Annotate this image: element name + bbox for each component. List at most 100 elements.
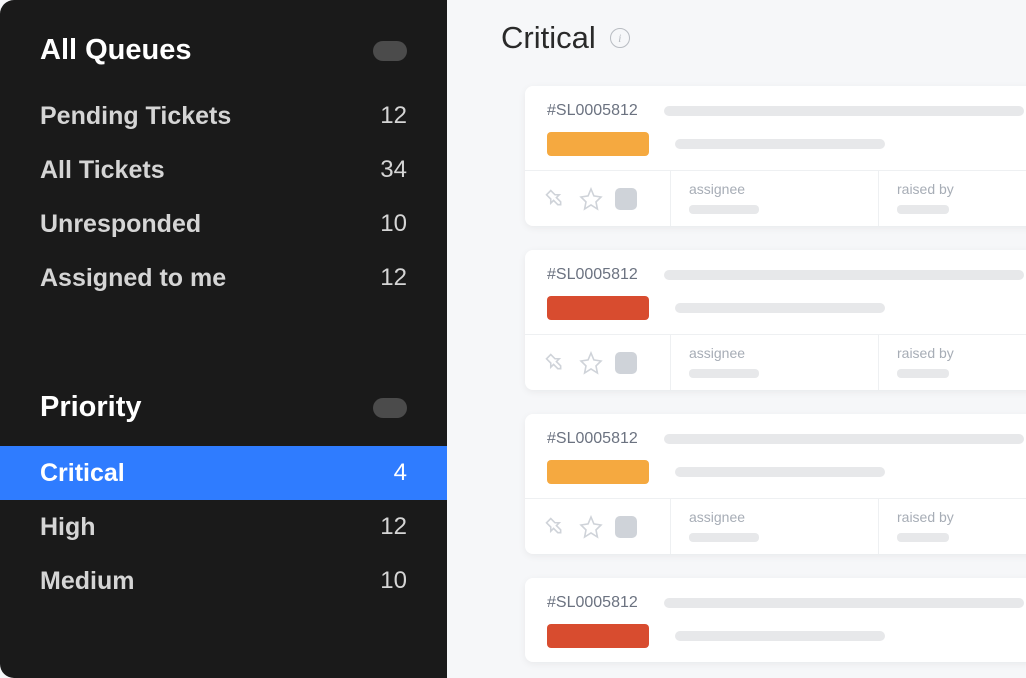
app-root: All Queues Pending Tickets 12 All Ticket…: [0, 0, 1026, 678]
ticket-top: #SL0005812: [525, 578, 1026, 662]
sidebar-item-count: 12: [380, 264, 407, 292]
ticket-subtitle-placeholder: [675, 467, 885, 477]
pin-icon[interactable]: [543, 351, 567, 375]
sidebar-item-count: 12: [380, 513, 407, 541]
star-icon[interactable]: [579, 515, 603, 539]
assignee-value-placeholder: [689, 533, 759, 542]
ticket-top: #SL0005812: [525, 414, 1026, 498]
ticket-title-placeholder: [664, 270, 1024, 280]
queues-toggle[interactable]: [373, 41, 407, 61]
priority-toggle[interactable]: [373, 398, 407, 418]
assignee-cell: assignee: [671, 171, 879, 226]
section-gap: [0, 305, 447, 381]
ticket-top: #SL0005812: [525, 250, 1026, 334]
raised-by-value-placeholder: [897, 533, 949, 542]
queues-title: All Queues: [40, 34, 192, 67]
ticket-top: #SL0005812: [525, 86, 1026, 170]
sidebar-item-unresponded[interactable]: Unresponded 10: [0, 197, 447, 251]
priority-chip: [547, 460, 649, 484]
queues-section-header: All Queues: [0, 24, 447, 89]
star-icon[interactable]: [579, 187, 603, 211]
assignee-cell: assignee: [671, 499, 879, 554]
raised-by-label: raised by: [897, 181, 1026, 197]
sidebar-item-count: 4: [394, 459, 407, 487]
assignee-label: assignee: [689, 509, 860, 525]
raised-by-label: raised by: [897, 345, 1026, 361]
page-title: Critical: [501, 20, 596, 56]
ticket-actions: [525, 499, 671, 554]
star-icon[interactable]: [579, 351, 603, 375]
raised-by-value-placeholder: [897, 369, 949, 378]
sidebar-item-count: 10: [380, 210, 407, 238]
raised-by-value-placeholder: [897, 205, 949, 214]
sidebar-item-label: Unresponded: [40, 210, 201, 239]
sidebar-item-count: 34: [380, 156, 407, 184]
raised-by-cell: raised by: [879, 171, 1026, 226]
ticket-row1: #SL0005812: [547, 102, 1024, 120]
ticket-card[interactable]: #SL0005812 assignee: [525, 250, 1026, 390]
ticket-card[interactable]: #SL0005812 assignee: [525, 86, 1026, 226]
assignee-value-placeholder: [689, 205, 759, 214]
priority-chip: [547, 296, 649, 320]
assignee-cell: assignee: [671, 335, 879, 390]
sidebar-item-label: Pending Tickets: [40, 102, 231, 131]
ticket-bottom: assignee raised by: [525, 498, 1026, 554]
sidebar-item-label: Critical: [40, 459, 125, 488]
ticket-actions: [525, 335, 671, 390]
ticket-row1: #SL0005812: [547, 594, 1024, 612]
main-header: Critical i: [501, 20, 1026, 56]
sidebar-item-medium[interactable]: Medium 10: [0, 554, 447, 608]
sidebar-item-assigned-to-me[interactable]: Assigned to me 12: [0, 251, 447, 305]
ticket-list: #SL0005812 assignee: [501, 86, 1026, 662]
ticket-subtitle-placeholder: [675, 139, 885, 149]
ticket-card[interactable]: #SL0005812 assignee: [525, 414, 1026, 554]
ticket-id: #SL0005812: [547, 102, 638, 120]
sidebar-item-all-tickets[interactable]: All Tickets 34: [0, 143, 447, 197]
ticket-id: #SL0005812: [547, 266, 638, 284]
priority-section-header: Priority: [0, 381, 447, 446]
raised-by-cell: raised by: [879, 499, 1026, 554]
priority-chip: [547, 132, 649, 156]
more-icon[interactable]: [615, 188, 637, 210]
sidebar-item-count: 10: [380, 567, 407, 595]
ticket-subtitle-placeholder: [675, 303, 885, 313]
ticket-row1: #SL0005812: [547, 266, 1024, 284]
sidebar-item-pending-tickets[interactable]: Pending Tickets 12: [0, 89, 447, 143]
ticket-bottom: assignee raised by: [525, 170, 1026, 226]
priority-chip: [547, 624, 649, 648]
raised-by-label: raised by: [897, 509, 1026, 525]
assignee-value-placeholder: [689, 369, 759, 378]
sidebar-item-count: 12: [380, 102, 407, 130]
sidebar-item-label: All Tickets: [40, 156, 165, 185]
info-icon[interactable]: i: [610, 28, 630, 48]
ticket-actions: [525, 171, 671, 226]
ticket-title-placeholder: [664, 106, 1024, 116]
sidebar-item-high[interactable]: High 12: [0, 500, 447, 554]
more-icon[interactable]: [615, 516, 637, 538]
ticket-subtitle-placeholder: [675, 631, 885, 641]
assignee-label: assignee: [689, 181, 860, 197]
sidebar-item-label: Medium: [40, 567, 134, 596]
ticket-row2: [547, 296, 1024, 320]
ticket-card[interactable]: #SL0005812: [525, 578, 1026, 662]
sidebar-item-label: Assigned to me: [40, 264, 226, 293]
main-content: Critical i #SL0005812: [447, 0, 1026, 678]
sidebar: All Queues Pending Tickets 12 All Ticket…: [0, 0, 447, 678]
pin-icon[interactable]: [543, 187, 567, 211]
ticket-id: #SL0005812: [547, 594, 638, 612]
ticket-row2: [547, 460, 1024, 484]
ticket-id: #SL0005812: [547, 430, 638, 448]
ticket-row1: #SL0005812: [547, 430, 1024, 448]
sidebar-item-label: High: [40, 513, 96, 542]
ticket-title-placeholder: [664, 598, 1024, 608]
pin-icon[interactable]: [543, 515, 567, 539]
ticket-row2: [547, 624, 1024, 648]
ticket-bottom: assignee raised by: [525, 334, 1026, 390]
ticket-title-placeholder: [664, 434, 1024, 444]
priority-title: Priority: [40, 391, 142, 424]
more-icon[interactable]: [615, 352, 637, 374]
ticket-row2: [547, 132, 1024, 156]
raised-by-cell: raised by: [879, 335, 1026, 390]
sidebar-item-critical[interactable]: Critical 4: [0, 446, 447, 500]
assignee-label: assignee: [689, 345, 860, 361]
